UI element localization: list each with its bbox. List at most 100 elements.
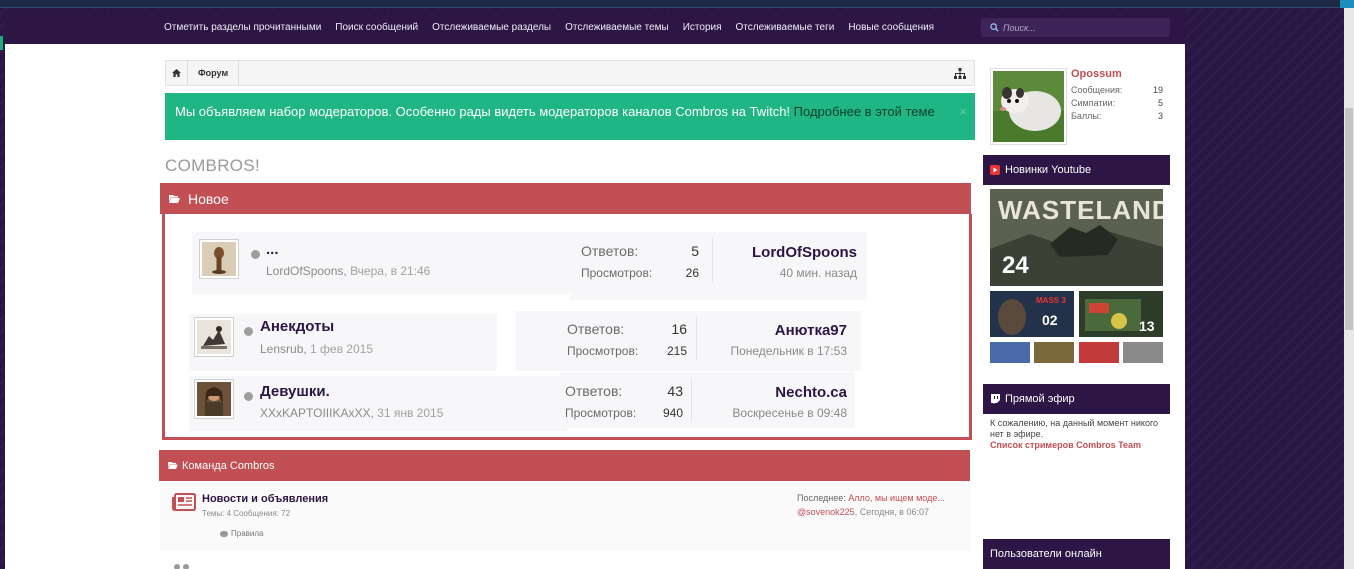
thread-date: 1 фев 2015 xyxy=(310,342,374,356)
last-post-user[interactable]: Nechto.ca xyxy=(775,384,847,401)
thread-row: Анекдоты Lensrub, 1 фев 2015 xyxy=(189,314,497,371)
browser-top-strip xyxy=(0,0,1354,8)
avatar[interactable] xyxy=(194,317,234,357)
forum-row-news: Новости и объявления Темы: 4 Сообщения: … xyxy=(160,481,971,569)
username[interactable]: Opossum xyxy=(1071,68,1122,80)
thread-title[interactable]: ... xyxy=(266,241,279,258)
category-new-header[interactable]: Новое xyxy=(160,183,971,214)
video-thumbnail[interactable] xyxy=(1079,342,1119,363)
avatar[interactable] xyxy=(194,379,234,419)
views-count: 215 xyxy=(666,344,687,358)
thread-author[interactable]: XXxKAPTOIIIKAxXX xyxy=(260,406,370,420)
twitch-icon xyxy=(991,394,1000,404)
live-stream-panel: К сожалению, на данный момент никого нет… xyxy=(983,414,1170,530)
page-scrollbar[interactable] xyxy=(1344,8,1354,569)
stat-value: 19 xyxy=(1152,85,1163,95)
thread-author[interactable]: Lensrub xyxy=(260,342,303,356)
last-post-time: Понедельник в 17:53 xyxy=(730,344,847,358)
thread-title[interactable]: Анекдоты xyxy=(260,318,334,335)
category-team-header[interactable]: Команда Combros xyxy=(159,450,970,481)
last-post-user[interactable]: Анютка97 xyxy=(775,322,847,339)
views-label: Просмотров: xyxy=(565,406,637,420)
last-post-user[interactable]: LordOfSpoons xyxy=(752,244,857,261)
top-strip-accent xyxy=(1340,0,1354,8)
breadcrumb-forum[interactable]: Форум xyxy=(188,61,240,85)
search-input[interactable] xyxy=(1003,22,1163,33)
avatar[interactable] xyxy=(990,68,1067,145)
nav-watched-forums[interactable]: Отслеживаемые разделы xyxy=(432,22,551,33)
top-navbar: Отметить разделы прочитанными Поиск сооб… xyxy=(5,10,1185,44)
replies-label: Ответов: xyxy=(567,321,625,337)
home-icon xyxy=(172,69,181,77)
last-post-link[interactable]: Алло, мы ищем моде... xyxy=(848,493,945,503)
unread-dot-icon xyxy=(244,327,253,336)
forum-stats: Темы: 4 Сообщения: 72 xyxy=(202,509,291,518)
user-stat-points: Баллы: 3 xyxy=(1071,111,1163,121)
scrollbar-thumb[interactable] xyxy=(1345,108,1353,330)
nav-history[interactable]: История xyxy=(683,22,722,33)
folder-open-icon xyxy=(168,462,178,469)
video-thumbnail[interactable] xyxy=(1123,342,1163,363)
subforum-label: Правила xyxy=(231,529,264,538)
search-box xyxy=(981,18,1170,37)
live-stream-title: Прямой эфир xyxy=(1005,393,1075,405)
nav-watched-tags[interactable]: Отслеживаемые теги xyxy=(736,22,835,33)
avatar-image xyxy=(197,382,231,416)
thread-author[interactable]: LordOfSpoons xyxy=(266,264,343,278)
stats-divider xyxy=(712,238,713,282)
youtube-panel: WASTELAND 2 24 MASS 3 02 xyxy=(983,185,1170,374)
video-thumbnail[interactable]: MASS 3 02 xyxy=(990,291,1074,337)
thread-stats-area: Ответов: 43 Просмотров: 940 Nechto.ca Во… xyxy=(560,372,855,428)
chat-bubble-icon xyxy=(220,530,228,537)
subforum-rules[interactable]: Правила xyxy=(220,529,263,538)
thread-meta: LordOfSpoons, Вчера, в 21:46 xyxy=(266,264,431,278)
live-stream-header: Прямой эфир xyxy=(983,384,1170,414)
sitemap-icon[interactable] xyxy=(954,68,966,79)
main-column: Форум Мы объявляем набор модераторов. Ос… xyxy=(159,44,978,569)
thread-row: ... LordOfSpoons, Вчера, в 21:46 xyxy=(192,232,570,294)
replies-count: 5 xyxy=(691,243,699,259)
video-thumbnail-text: WASTELAND 2 xyxy=(998,195,1163,225)
newspaper-icon xyxy=(172,493,196,511)
video-thumbnail[interactable] xyxy=(990,342,1030,363)
category-team-title: Команда Combros xyxy=(182,459,275,472)
online-users-header: Пользователи онлайн xyxy=(983,539,1170,569)
new-threads-list: ... LordOfSpoons, Вчера, в 21:46 Ответов… xyxy=(162,214,972,440)
nav-mark-read[interactable]: Отметить разделы прочитанными xyxy=(164,22,321,33)
folder-open-icon xyxy=(169,194,180,203)
thread-stats-area: Ответов: 16 Просмотров: 215 Анютка97 Пон… xyxy=(515,311,861,371)
thread-date: 31 янв 2015 xyxy=(377,406,444,420)
category-new-title: Новое xyxy=(188,190,229,207)
replies-label: Ответов: xyxy=(581,243,639,259)
thread-row: Девушки. XXxKAPTOIIIKAxXX, 31 янв 2015 xyxy=(189,376,567,431)
thread-stats-area: Ответов: 5 Просмотров: 26 LordOfSpoons 4… xyxy=(570,232,867,300)
views-count: 940 xyxy=(662,406,683,420)
streamers-list-link[interactable]: Список стримеров Combros Team xyxy=(990,440,1141,450)
video-thumbnail[interactable]: 13 xyxy=(1079,291,1163,337)
avatar[interactable] xyxy=(199,239,239,279)
nav-search-messages[interactable]: Поиск сообщений xyxy=(335,22,418,33)
forum-icon-partial xyxy=(174,564,189,569)
thread-title[interactable]: Девушки. xyxy=(260,383,330,400)
forum-last-post-meta: @sovenok225, Сегодня, в 06:07 xyxy=(797,507,929,517)
last-post-time: 40 мин. назад xyxy=(779,266,857,280)
search-icon xyxy=(990,23,999,32)
video-thumbnail-number: 02 xyxy=(1042,312,1058,328)
replies-label: Ответов: xyxy=(565,383,623,399)
notice-link[interactable]: Подробнее в этой теме xyxy=(794,104,935,119)
notice-close-button[interactable]: × xyxy=(959,103,967,120)
nav-watched-threads[interactable]: Отслеживаемые темы xyxy=(565,22,669,33)
unread-dot-icon xyxy=(251,250,260,259)
video-thumbnail[interactable]: WASTELAND 2 24 xyxy=(990,189,1163,286)
views-label: Просмотров: xyxy=(581,266,653,280)
breadcrumb-home[interactable] xyxy=(166,61,188,85)
video-thumbnail[interactable] xyxy=(1034,342,1074,363)
visitor-panel: Opossum Сообщения: 19 Симпатии: 5 Баллы: 3 xyxy=(983,58,1170,148)
last-post-user[interactable]: @sovenok225 xyxy=(797,507,855,517)
avatar-image xyxy=(197,320,231,354)
nav-new-posts[interactable]: Новые сообщения xyxy=(848,22,934,33)
stat-label: Сообщения: xyxy=(1071,85,1123,95)
youtube-title: Новинки Youtube xyxy=(1005,164,1092,176)
stat-value: 3 xyxy=(1157,111,1163,121)
forum-title[interactable]: Новости и объявления xyxy=(202,493,328,505)
